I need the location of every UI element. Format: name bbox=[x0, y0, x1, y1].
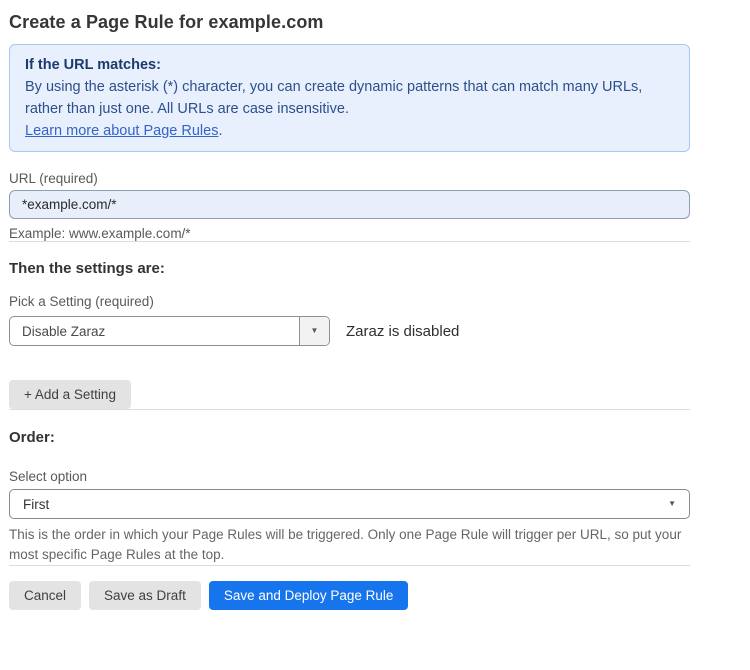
setting-status-text: Zaraz is disabled bbox=[346, 323, 459, 340]
info-box-body: By using the asterisk (*) character, you… bbox=[25, 76, 674, 120]
cancel-button[interactable]: Cancel bbox=[9, 581, 81, 610]
info-box-heading: If the URL matches: bbox=[25, 54, 674, 76]
learn-more-link[interactable]: Learn more about Page Rules bbox=[25, 123, 218, 139]
page-rule-form: Create a Page Rule for example.com If th… bbox=[0, 0, 750, 610]
url-field-label: URL (required) bbox=[9, 171, 690, 187]
order-section-heading: Order: bbox=[9, 430, 690, 446]
setting-select[interactable]: Disable Zaraz ▼ bbox=[9, 316, 330, 346]
url-example-text: Example: www.example.com/* bbox=[9, 226, 690, 241]
url-match-info-box: If the URL matches: By using the asteris… bbox=[9, 44, 690, 152]
order-help-text: This is the order in which your Page Rul… bbox=[9, 525, 690, 565]
page-title: Create a Page Rule for example.com bbox=[9, 13, 690, 32]
setting-row: Disable Zaraz ▼ Zaraz is disabled bbox=[9, 316, 690, 346]
url-input[interactable] bbox=[9, 190, 690, 219]
divider bbox=[9, 409, 690, 410]
link-suffix: . bbox=[218, 123, 222, 139]
order-select-value: First bbox=[23, 497, 49, 512]
setting-select-arrow-button[interactable]: ▼ bbox=[299, 317, 329, 345]
chevron-down-icon: ▼ bbox=[668, 500, 676, 508]
setting-picker-label: Pick a Setting (required) bbox=[9, 294, 690, 310]
form-actions: Cancel Save as Draft Save and Deploy Pag… bbox=[9, 581, 690, 610]
settings-section-heading: Then the settings are: bbox=[9, 261, 690, 277]
save-and-deploy-button[interactable]: Save and Deploy Page Rule bbox=[209, 581, 409, 610]
order-select-label: Select option bbox=[9, 469, 690, 485]
save-as-draft-button[interactable]: Save as Draft bbox=[89, 581, 201, 610]
setting-select-value: Disable Zaraz bbox=[10, 317, 299, 345]
divider bbox=[9, 565, 690, 566]
add-setting-button[interactable]: + Add a Setting bbox=[9, 380, 131, 409]
info-box-link-line: Learn more about Page Rules. bbox=[25, 120, 674, 142]
order-select[interactable]: First ▼ bbox=[9, 489, 690, 519]
chevron-down-icon: ▼ bbox=[311, 327, 319, 335]
divider bbox=[9, 241, 690, 242]
